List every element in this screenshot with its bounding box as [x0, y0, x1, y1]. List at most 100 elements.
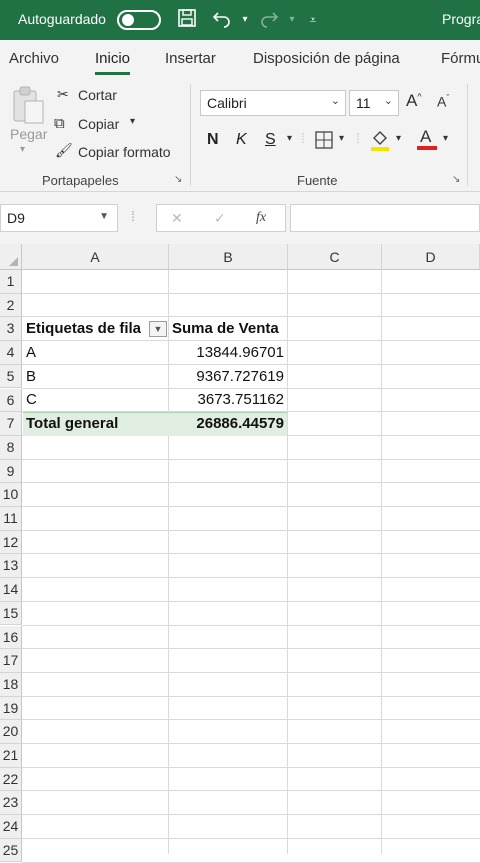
scissors-icon: ✂ — [57, 86, 69, 102]
redo-icon[interactable] — [257, 8, 281, 32]
borders-dropdown-icon[interactable]: ▾ — [339, 133, 344, 144]
chevron-down-icon: ⌄ — [383, 95, 393, 107]
row-header[interactable]: 1 — [0, 270, 22, 294]
toggle-knob — [122, 14, 134, 26]
underline-dropdown-icon[interactable]: ▾ — [287, 133, 292, 144]
row-header[interactable]: 19 — [0, 696, 22, 721]
underline-button[interactable]: S — [265, 131, 276, 149]
pivot-row-labels-header[interactable]: Etiquetas de fila — [23, 317, 149, 341]
pivot-total-label[interactable]: Total general — [23, 412, 168, 436]
decrease-font-size-icon[interactable]: Aˇ — [437, 93, 449, 110]
increase-font-size-icon[interactable]: A^ — [406, 91, 422, 111]
autosave-toggle[interactable] — [117, 10, 161, 30]
row-header[interactable]: 17 — [0, 649, 22, 673]
chevron-down-icon: ⌄ — [330, 95, 340, 107]
cancel-icon[interactable]: ✕ — [171, 210, 183, 227]
undo-icon[interactable] — [210, 8, 234, 32]
tab-insertar[interactable]: Insertar — [165, 50, 216, 67]
formula-input[interactable] — [290, 204, 480, 232]
row-header[interactable]: 22 — [0, 767, 22, 792]
column-header-a[interactable]: A — [22, 244, 169, 270]
column-header-b[interactable]: B — [169, 244, 288, 270]
fill-color-dropdown-icon[interactable]: ▾ — [396, 133, 401, 144]
copy-icon: ⧉ — [54, 115, 65, 132]
row-header[interactable]: 15 — [0, 601, 22, 626]
insert-function-button[interactable]: fx — [256, 210, 266, 226]
row-header[interactable]: 21 — [0, 744, 22, 768]
row-header[interactable]: 18 — [0, 672, 22, 697]
paste-label[interactable]: Pegar — [10, 126, 47, 142]
row-header[interactable]: 3 — [0, 317, 22, 342]
save-icon[interactable] — [175, 8, 199, 32]
fill-color-icon[interactable] — [370, 128, 390, 152]
bold-button[interactable]: N — [207, 131, 219, 149]
font-group-label: Fuente — [297, 173, 338, 188]
font-color-icon[interactable]: A — [416, 126, 438, 152]
filter-dropdown-icon[interactable]: ▼ — [149, 321, 167, 337]
column-header-d[interactable]: D — [382, 244, 480, 270]
paste-dropdown-icon[interactable]: ▾ — [20, 144, 25, 155]
tab-formulas[interactable]: Fórmu — [441, 50, 480, 67]
tab-disposicion-de-pagina[interactable]: Disposición de página — [253, 50, 400, 67]
row-header[interactable]: 8 — [0, 435, 22, 460]
row-header[interactable]: 2 — [0, 293, 22, 318]
paste-icon[interactable] — [10, 85, 46, 125]
font-name-select[interactable]: Calibri ⌄ — [200, 90, 346, 116]
row-header[interactable]: 23 — [0, 791, 22, 816]
row-border — [22, 743, 480, 744]
pivot-item-value[interactable]: 3673.751162 — [169, 388, 287, 412]
borders-icon[interactable] — [315, 131, 333, 149]
row-header[interactable]: 7 — [0, 412, 22, 436]
pivot-item-label[interactable]: A — [23, 341, 168, 365]
format-painter-button[interactable]: Copiar formato — [78, 144, 171, 160]
row-border — [22, 577, 480, 579]
row-header[interactable]: 14 — [0, 578, 22, 602]
row-header[interactable]: 9 — [0, 459, 22, 484]
pivot-item-value[interactable]: 9367.727619 — [169, 365, 287, 389]
row-border — [22, 553, 480, 555]
clipboard-launcher-icon[interactable]: ↘ — [174, 174, 182, 185]
row-header[interactable]: 11 — [0, 507, 22, 531]
row-header[interactable]: 16 — [0, 625, 22, 650]
pivot-value-header[interactable]: Suma de Venta — [169, 317, 287, 341]
pivot-item-label[interactable]: C — [23, 388, 168, 412]
row-header[interactable]: 4 — [0, 341, 22, 365]
pivot-item-value[interactable]: 13844.96701 — [169, 341, 287, 365]
pivot-total-value[interactable]: 26886.44579 — [169, 412, 287, 436]
row-border — [22, 695, 480, 697]
font-launcher-icon[interactable]: ↘ — [452, 174, 460, 185]
ribbon-separator — [467, 84, 468, 186]
drag-handle-icon[interactable]: ⁞ — [131, 208, 135, 224]
row-header[interactable]: 24 — [0, 815, 22, 839]
pivot-item-label[interactable]: B — [23, 365, 168, 389]
font-size-select[interactable]: 11 ⌄ — [349, 90, 399, 116]
enter-icon[interactable]: ✓ — [214, 210, 226, 227]
select-all-button[interactable] — [0, 244, 22, 270]
italic-button[interactable]: K — [236, 131, 247, 149]
row-header[interactable]: 10 — [0, 483, 22, 507]
formula-buttons: ✕ ✓ fx — [156, 204, 286, 232]
copy-button[interactable]: Copiar — [78, 116, 119, 132]
copy-dropdown-icon[interactable]: ▾ — [130, 116, 135, 127]
row-header[interactable]: 13 — [0, 554, 22, 579]
row-header[interactable]: 5 — [0, 364, 22, 389]
row-header[interactable]: 25 — [0, 838, 22, 863]
customize-toolbar-icon[interactable]: ⩡ — [301, 8, 325, 32]
row-header[interactable]: 20 — [0, 720, 22, 744]
column-header-c[interactable]: C — [288, 244, 382, 270]
row-header[interactable]: 12 — [0, 530, 22, 555]
font-color-dropdown-icon[interactable]: ▾ — [443, 133, 448, 144]
font-name-value: Calibri — [207, 95, 247, 111]
name-box[interactable]: D9 ▼ — [0, 204, 118, 232]
app-title: Progra — [442, 11, 480, 27]
row-border — [22, 624, 480, 626]
ribbon-separator-dots: ⁞ — [301, 130, 305, 146]
row-border — [22, 600, 480, 602]
row-border — [22, 719, 480, 721]
undo-dropdown-icon[interactable]: ▾ — [233, 8, 257, 32]
tab-inicio[interactable]: Inicio — [95, 50, 131, 75]
row-header[interactable]: 6 — [0, 388, 22, 413]
cut-button[interactable]: Cortar — [78, 87, 117, 103]
tab-archivo[interactable]: Archivo — [9, 50, 59, 67]
ribbon-tabs: Archivo Inicio Insertar Disposición de p… — [0, 40, 480, 78]
